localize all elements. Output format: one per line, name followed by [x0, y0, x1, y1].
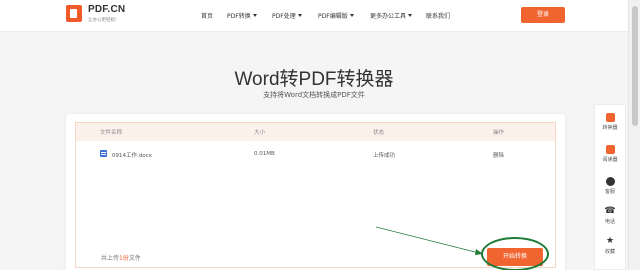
- sidebar-item-phone[interactable]: ☎ 电话: [595, 203, 625, 233]
- sidebar-item-label: 阅读器: [602, 157, 618, 163]
- annotation-circle: [481, 237, 549, 270]
- floating-sidebar: 转换器 阅读器 客服 ☎ 电话 ★ 收藏: [594, 104, 626, 270]
- star-icon: ★: [605, 236, 615, 246]
- phone-icon: ☎: [604, 206, 616, 216]
- sidebar-item-converter[interactable]: 转换器: [595, 109, 625, 139]
- converter-icon: [605, 113, 615, 122]
- sidebar-item-service[interactable]: 客服: [595, 173, 625, 203]
- sidebar-item-label: 客服: [604, 189, 615, 195]
- annotation-arrow: [375, 226, 483, 255]
- sidebar-item-favorite[interactable]: ★ 收藏: [595, 233, 625, 263]
- sidebar-item-label: 转换器: [602, 125, 618, 131]
- sidebar-item-reader[interactable]: 阅读器: [595, 141, 625, 171]
- chat-icon: [605, 177, 615, 186]
- sidebar-item-label: 电话: [604, 219, 615, 225]
- reader-icon: [605, 145, 615, 154]
- sidebar-item-label: 收藏: [604, 249, 615, 255]
- scrollbar-thumb[interactable]: [632, 6, 638, 126]
- page-scrollbar[interactable]: [628, 0, 640, 270]
